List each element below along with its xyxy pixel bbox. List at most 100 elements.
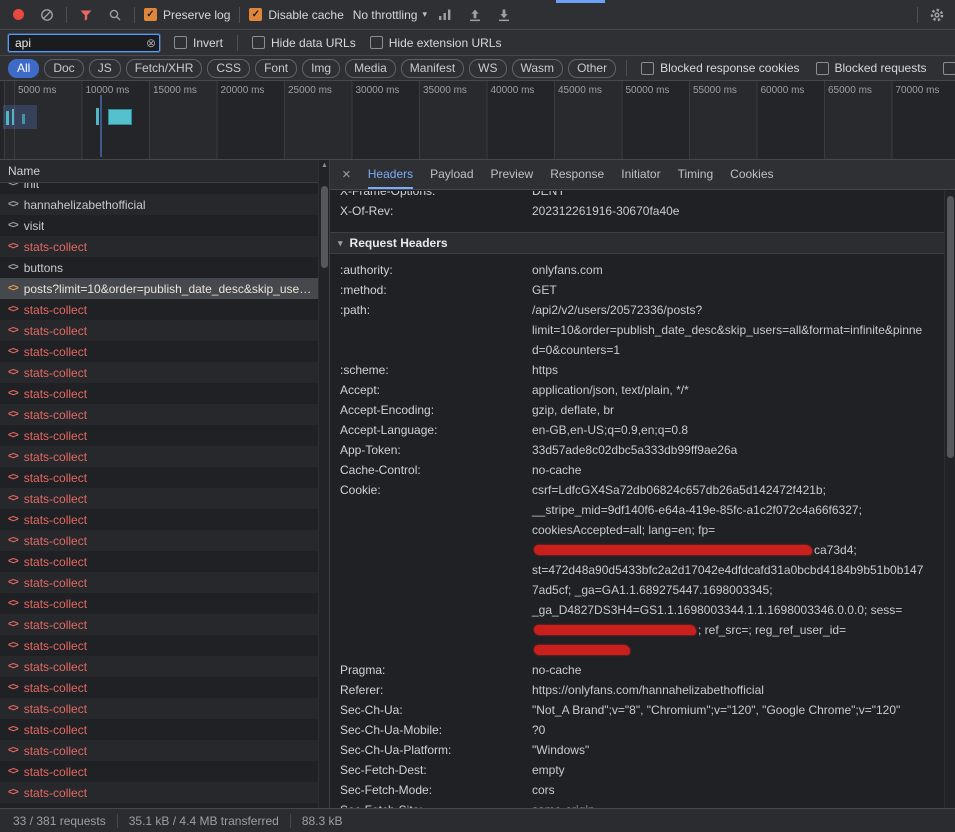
header-name: :path: xyxy=(340,300,532,360)
request-row[interactable]: <>stats-collect xyxy=(0,299,329,320)
close-details-button[interactable]: × xyxy=(342,167,351,182)
request-row[interactable]: <>stats-collect xyxy=(0,698,329,719)
filter-chip-ws[interactable]: WS xyxy=(469,59,506,78)
filter-chip-media[interactable]: Media xyxy=(345,59,396,78)
tab-initiator[interactable]: Initiator xyxy=(621,160,660,189)
disable-cache-checkbox[interactable]: ✓ Disable cache xyxy=(249,8,343,22)
header-value: https xyxy=(532,360,928,380)
request-list-scrollbar[interactable]: ▲ xyxy=(318,160,329,808)
request-row[interactable]: <>stats-collect xyxy=(0,467,329,488)
timeline-overview[interactable]: 5000 ms10000 ms15000 ms20000 ms25000 ms3… xyxy=(0,81,955,160)
request-name: stats-collect xyxy=(24,240,87,254)
tab-preview[interactable]: Preview xyxy=(491,160,534,189)
toolbar-divider xyxy=(66,7,67,23)
clear-network-log-button[interactable] xyxy=(37,5,57,25)
request-row[interactable]: <>stats-collect xyxy=(0,635,329,656)
request-row[interactable]: <>buttons xyxy=(0,257,329,278)
scrollbar-thumb[interactable] xyxy=(947,196,954,458)
request-row[interactable]: <>stats-collect xyxy=(0,488,329,509)
invert-checkbox[interactable]: Invert xyxy=(174,36,223,50)
request-row[interactable]: <>stats-collect xyxy=(0,320,329,341)
filter-chip-all[interactable]: All xyxy=(8,59,39,78)
filter-chip-manifest[interactable]: Manifest xyxy=(401,59,464,78)
throttling-select[interactable]: No throttling ▾ xyxy=(353,8,427,22)
header-name: Accept: xyxy=(340,380,532,400)
filter-chip-fetch-xhr[interactable]: Fetch/XHR xyxy=(126,59,203,78)
selected-request-marker xyxy=(100,95,102,157)
clear-filter-icon[interactable]: ⊗ xyxy=(146,37,156,49)
header-name: :authority: xyxy=(340,260,532,280)
request-row[interactable]: <>stats-collect xyxy=(0,446,329,467)
request-row[interactable]: <>stats-collect xyxy=(0,551,329,572)
filter-chip-img[interactable]: Img xyxy=(302,59,340,78)
code-icon: <> xyxy=(8,598,18,609)
export-har-button[interactable] xyxy=(494,5,514,25)
tab-response[interactable]: Response xyxy=(550,160,604,189)
request-row[interactable]: <>hannahelizabethofficial xyxy=(0,194,329,215)
header-name: Sec-Fetch-Mode: xyxy=(340,780,532,800)
code-icon: <> xyxy=(8,367,18,378)
code-icon: <> xyxy=(8,724,18,735)
tab-cookies[interactable]: Cookies xyxy=(730,160,773,189)
header-name: Sec-Ch-Ua-Platform: xyxy=(340,740,532,760)
request-row[interactable]: <>stats-collect xyxy=(0,530,329,551)
request-row[interactable]: <>stats-collect xyxy=(0,614,329,635)
filter-chip-doc[interactable]: Doc xyxy=(44,59,83,78)
filter-chip-other[interactable]: Other xyxy=(568,59,616,78)
scrollbar-thumb[interactable] xyxy=(321,186,328,268)
request-name: stats-collect xyxy=(24,597,87,611)
checkbox-icon xyxy=(943,62,955,75)
details-scrollbar[interactable] xyxy=(944,191,955,808)
import-har-button[interactable] xyxy=(465,5,485,25)
request-row[interactable]: <>stats-collect xyxy=(0,425,329,446)
request-row[interactable]: <>stats-collect xyxy=(0,761,329,782)
request-row[interactable]: <>stats-collect xyxy=(0,236,329,257)
preserve-log-checkbox[interactable]: ✓ Preserve log xyxy=(144,8,230,22)
request-row[interactable]: <>stats-collect xyxy=(0,341,329,362)
record-button[interactable] xyxy=(8,5,28,25)
filter-toggle-button[interactable] xyxy=(76,5,96,25)
request-row[interactable]: <>stats-collect xyxy=(0,656,329,677)
blocked-requests-checkbox[interactable]: Blocked requests xyxy=(816,61,927,75)
filter-chip-js[interactable]: JS xyxy=(89,59,121,78)
network-filter-input[interactable] xyxy=(8,34,160,52)
name-column-header[interactable]: Name xyxy=(0,160,329,183)
type-filter-checkboxes: Blocked response cookies Blocked requests… xyxy=(641,61,955,75)
request-row[interactable]: <>stats-collect xyxy=(0,803,329,808)
request-row[interactable]: <>stats-collect xyxy=(0,677,329,698)
request-row[interactable]: <>visit xyxy=(0,215,329,236)
blocked-response-cookies-checkbox[interactable]: Blocked response cookies xyxy=(641,61,799,75)
request-name: stats-collect xyxy=(24,513,87,527)
tab-headers[interactable]: Headers xyxy=(368,160,413,189)
filter-chip-font[interactable]: Font xyxy=(255,59,297,78)
hide-data-urls-checkbox[interactable]: Hide data URLs xyxy=(252,36,356,50)
details-tab-bar: × Headers Payload Preview Response Initiator… xyxy=(330,160,955,190)
tab-timing[interactable]: Timing xyxy=(678,160,714,189)
filter-chip-wasm[interactable]: Wasm xyxy=(512,59,564,78)
request-row[interactable]: <>init xyxy=(0,183,329,194)
code-icon: <> xyxy=(8,220,18,231)
request-row[interactable]: <>stats-collect xyxy=(0,404,329,425)
request-row[interactable]: <> stats-collect xyxy=(0,593,329,614)
details-tabs: Headers Payload Preview Response Initiator Ti… xyxy=(368,160,774,190)
request-row[interactable]: <>stats-collect xyxy=(0,383,329,404)
network-conditions-button[interactable] xyxy=(436,5,456,25)
settings-button[interactable] xyxy=(927,5,947,25)
request-row[interactable]: <>stats-collect xyxy=(0,782,329,803)
request-row[interactable]: <>stats-collect xyxy=(0,740,329,761)
request-headers-section[interactable]: ▾ Request Headers xyxy=(330,232,944,254)
filter-chip-css[interactable]: CSS xyxy=(207,59,250,78)
request-row[interactable]: <>posts?limit=10&order=publish_date_desc… xyxy=(0,278,329,299)
request-row[interactable]: <>stats-collect xyxy=(0,572,329,593)
request-row[interactable]: <>stats-collect xyxy=(0,509,329,530)
request-name: stats-collect xyxy=(24,303,87,317)
tab-payload[interactable]: Payload xyxy=(430,160,473,189)
scroll-up-icon[interactable]: ▲ xyxy=(319,162,330,169)
search-button[interactable] xyxy=(105,5,125,25)
header-name: Sec-Ch-Ua-Mobile: xyxy=(340,720,532,740)
3rd-party-requests-checkbox[interactable]: 3rd-party requests xyxy=(943,61,955,75)
request-row[interactable]: <>stats-collect xyxy=(0,719,329,740)
hide-extension-urls-checkbox[interactable]: Hide extension URLs xyxy=(370,36,502,50)
request-row[interactable]: <>stats-collect xyxy=(0,362,329,383)
toolbar-divider xyxy=(917,7,918,23)
